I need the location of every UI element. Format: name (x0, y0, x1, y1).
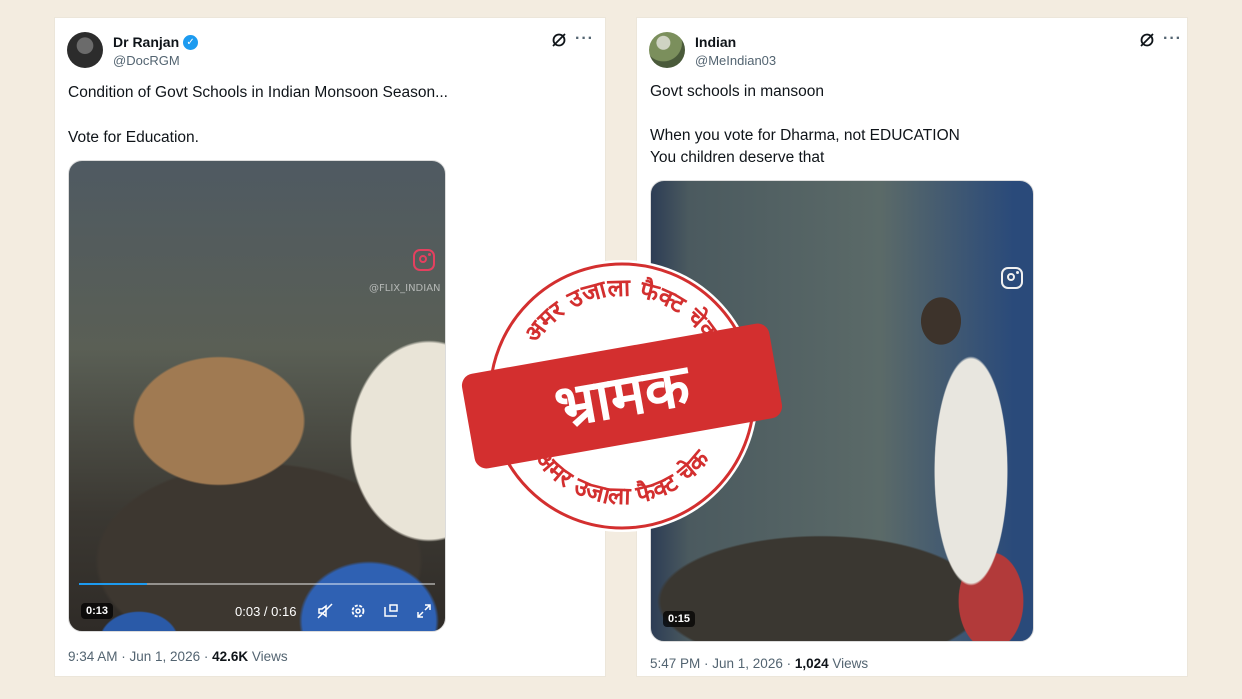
avatar[interactable] (649, 32, 685, 68)
video-progress-fill (79, 583, 147, 585)
author-name-text[interactable]: Indian (695, 34, 736, 50)
views-count: 42.6K (212, 649, 249, 664)
mute-icon[interactable] (317, 603, 333, 623)
video-player[interactable]: @FLIX_INDIAN 0:13 0:03 / 0:16 (68, 160, 446, 632)
views-label: Views (248, 649, 288, 664)
video-watermark: @FLIX_INDIAN (369, 283, 441, 294)
author-name[interactable]: Indian (695, 34, 736, 50)
views-label: Views (828, 656, 869, 671)
more-icon[interactable]: ··· (1163, 30, 1182, 48)
author-name[interactable]: Dr Ranjan ✓ (113, 34, 199, 50)
tweet-text-line: Condition of Govt Schools in Indian Mons… (68, 84, 448, 101)
grok-icon[interactable] (1139, 32, 1155, 48)
settings-icon[interactable] (350, 603, 366, 623)
verified-badge-icon: ✓ (183, 34, 199, 50)
author-handle[interactable]: @DocRGM (113, 53, 180, 68)
fullscreen-icon[interactable] (416, 603, 432, 623)
tweet-text-line: Govt schools in mansoon (650, 83, 825, 100)
author-name-text[interactable]: Dr Ranjan (113, 34, 179, 50)
grok-icon[interactable] (551, 32, 567, 48)
tweet-timestamp[interactable]: 9:34 AM · Jun 1, 2026 · (68, 649, 212, 664)
fact-check-stamp: अमर उजाला फैक्ट चेक अमर उजाला फैक्ट चेक … (461, 260, 783, 532)
tweet-timestamp[interactable]: 5:47 PM · Jun 1, 2026 · (650, 656, 795, 671)
more-icon[interactable]: ··· (575, 30, 594, 48)
video-progress-bar[interactable] (79, 583, 435, 585)
instagram-icon (413, 249, 435, 271)
video-time: 0:03 / 0:16 (235, 604, 297, 619)
instagram-icon (1001, 267, 1023, 289)
video-duration-badge: 0:15 (663, 611, 696, 627)
author-handle[interactable]: @MeIndian03 (695, 53, 776, 68)
video-duration-badge: 0:13 (81, 603, 114, 619)
avatar[interactable] (67, 32, 103, 68)
tweet-meta: 9:34 AM · Jun 1, 2026 · 42.6K Views (68, 649, 288, 664)
views-count: 1,024 (794, 656, 829, 671)
tweet-text-line: You children deserve that (650, 149, 825, 166)
tweet-text-line: When you vote for Dharma, not EDUCATION (650, 127, 960, 144)
tweet-meta: 5:47 PM · Jun 1, 2026 · 1,024 Views (650, 656, 868, 671)
tweet-text-line: Vote for Education. (68, 129, 199, 146)
pip-icon[interactable] (383, 603, 399, 623)
